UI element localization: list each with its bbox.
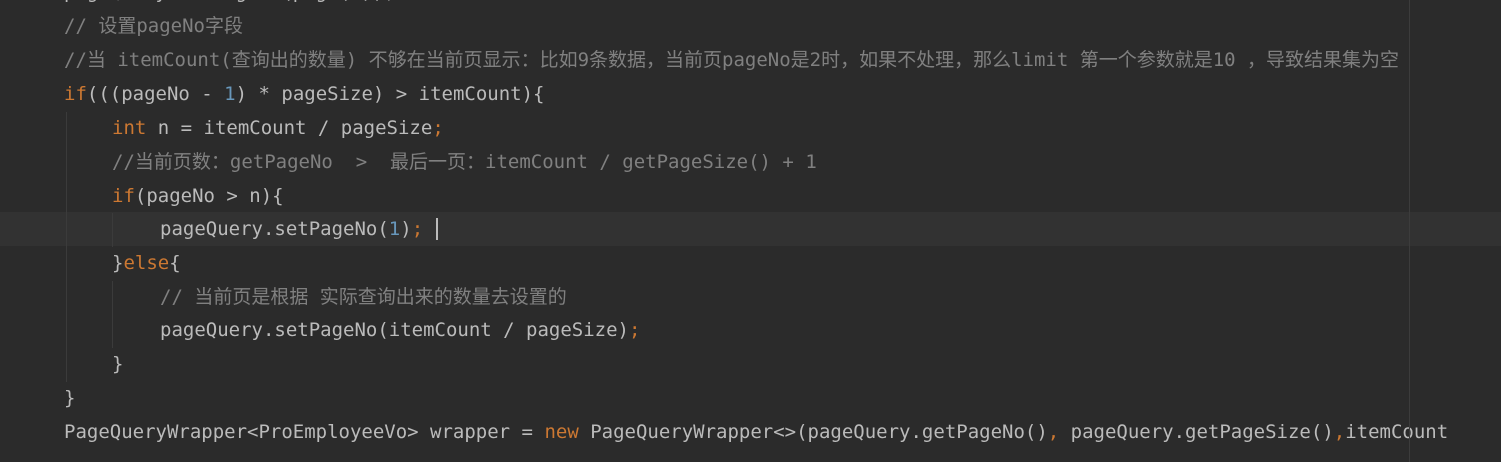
code-fragment: itemCount [1345,421,1449,443]
comma: , [1047,421,1060,443]
indent-guide [112,281,113,348]
number-literal: 1 [224,83,236,105]
closing-brace: } [64,387,76,409]
code-line-5[interactable]: //当前页数：getPageNo > 最后一页：itemCount / getP… [0,145,1501,179]
code-fragment: (pageNo > n){ [134,185,284,207]
code-fragment: } [112,252,124,274]
code-text: if(((pageNo - 1) * pageSize) > itemCount… [64,77,544,111]
code-text: if(pageNo > n){ [112,179,284,213]
code-fragment: PageQueryWrapper<ProEmployeeVo> wrapper … [64,421,545,443]
code-line-9[interactable]: // 当前页是根据 实际查询出来的数量去设置的 [0,280,1501,314]
number-literal: 1 [388,218,401,240]
indent-guide [112,213,113,247]
code-line-10[interactable]: pageQuery.setPageNo(itemCount / pageSize… [0,313,1501,347]
comment-text: //当前页数：getPageNo > 最后一页：itemCount / getP… [112,151,817,173]
code-text: }else{ [112,246,181,280]
code-line-4[interactable]: int n = itemCount / pageSize; [0,111,1501,145]
code-line-1[interactable]: // 设置pageNo字段 [0,9,1501,43]
comma: , [1333,421,1346,443]
code-fragment: ) * pageSize) > itemCount){ [235,83,545,105]
keyword-if: if [112,185,135,207]
code-line-7-current[interactable]: pageQuery.setPageNo(1); [0,212,1501,246]
text-caret [436,218,438,240]
code-fragment: (((pageNo - [86,83,225,105]
code-text: pageQuery.setPageNo(1); [160,212,423,246]
code-fragment: pageQuery.setPageNo(itemCount / pageSize… [160,319,629,341]
code-line-8[interactable]: }else{ [0,246,1501,280]
code-line-13[interactable]: PageQueryWrapper<ProEmployeeVo> wrapper … [0,415,1501,449]
code-fragment: n = itemCount / pageSize [146,117,433,139]
semicolon: ; [432,117,444,139]
keyword-else: else [123,252,170,274]
semicolon: ; [411,218,424,240]
keyword-if: if [64,83,87,105]
comment-text: // 当前页是根据 实际查询出来的数量去设置的 [160,286,567,308]
closing-brace: } [112,353,124,375]
code-text: int n = itemCount / pageSize; [112,111,444,145]
code-editor[interactable]: pageQuery.setPageNo(page(1)); // 设置pageN… [0,0,1501,462]
code-line-6[interactable]: if(pageNo > n){ [0,179,1501,213]
code-fragment: PageQueryWrapper<>(pageQuery.getPageNo() [578,421,1048,443]
comment-text: //当 itemCount(查询出的数量) 不够在当前页显示：比如9条数据，当前… [64,49,1400,71]
code-text: PageQueryWrapper<ProEmployeeVo> wrapper … [64,415,1448,449]
indent-guide [66,112,67,382]
code-fragment: pageQuery.setPageNo( [160,218,389,240]
code-text: pageQuery.setPageNo(itemCount / pageSize… [160,313,640,347]
comment-text: // 设置pageNo字段 [64,15,243,37]
code-fragment: pageQuery.getPageSize() [1059,421,1334,443]
code-fragment: ) [400,218,412,240]
code-line-3[interactable]: if(((pageNo - 1) * pageSize) > itemCount… [0,77,1501,111]
keyword-new: new [544,421,579,443]
semicolon: ; [629,319,641,341]
right-margin-guide [1409,0,1410,462]
code-line-2[interactable]: //当 itemCount(查询出的数量) 不够在当前页显示：比如9条数据，当前… [0,43,1501,77]
code-line-12[interactable]: } [0,381,1501,415]
keyword-int: int [112,117,147,139]
partial-line-text: pageQuery.setPageNo(page(1)); [64,0,396,9]
code-fragment: { [169,252,181,274]
code-line-11[interactable]: } [0,347,1501,381]
